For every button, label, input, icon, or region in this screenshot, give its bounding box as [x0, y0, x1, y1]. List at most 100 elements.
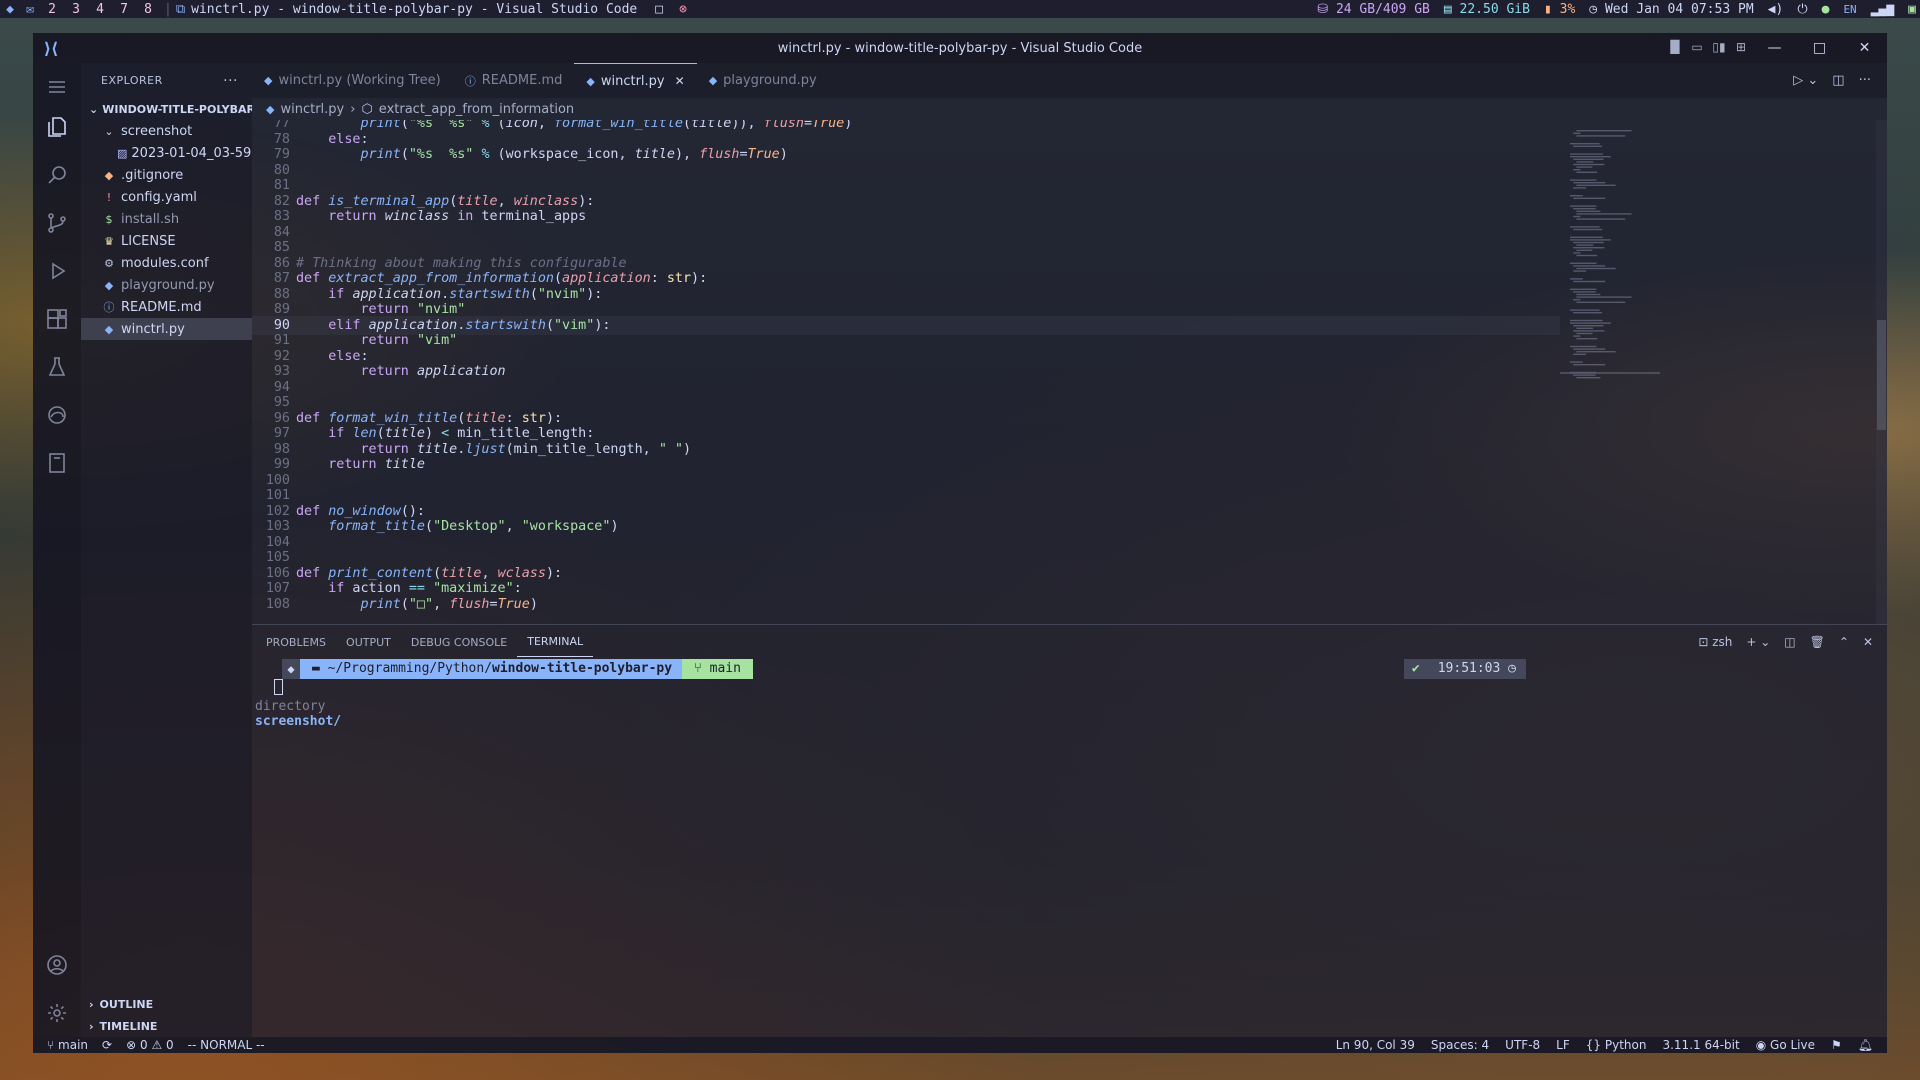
workspace-3[interactable]: 3 — [64, 2, 88, 17]
language-mode[interactable]: {} Python — [1586, 1038, 1647, 1052]
tree-item-label: .gitignore — [121, 167, 184, 183]
broadcast-icon: ◉ — [1755, 1038, 1767, 1052]
arch-icon[interactable]: ◆ — [0, 2, 20, 17]
tab-terminal[interactable]: TERMINAL — [517, 627, 594, 657]
close-button[interactable]: ✕ — [1842, 40, 1887, 56]
scrollbar-thumb[interactable] — [1877, 320, 1886, 430]
maximize-button[interactable]: □ — [1797, 40, 1842, 56]
close-panel-icon[interactable]: ✕ — [1863, 635, 1873, 649]
minimap-line — [1573, 158, 1604, 160]
cursor-position[interactable]: Ln 90, Col 39 — [1336, 1038, 1415, 1052]
run-debug-icon[interactable] — [33, 247, 81, 295]
minimap-line — [1573, 228, 1602, 231]
notifications-icon[interactable]: 🔔︎ — [1858, 1038, 1873, 1052]
workspace-8[interactable]: 8 — [136, 2, 160, 17]
tab-label: README.md — [481, 73, 563, 88]
tree-item-readme[interactable]: ⓘ README.md — [81, 296, 252, 318]
new-terminal-icon[interactable]: + ⌄ — [1746, 635, 1770, 649]
timeline-section[interactable]: › TIMELINE — [81, 1015, 252, 1037]
editor-tabs: ◆ winctrl.py (Working Tree) ⓘ README.md … — [252, 63, 1887, 98]
maximize-panel-icon[interactable]: ⌃ — [1839, 635, 1849, 649]
user-icon[interactable]: ● — [1822, 2, 1830, 17]
signal-icon: ▂▄▆ — [1870, 1, 1895, 17]
run-icon[interactable]: ▷ ⌄ — [1793, 73, 1818, 88]
code-editor[interactable]: 77 print("%s %s" % (icon, format_win_tit… — [252, 120, 1560, 624]
terminal[interactable]: ◆ ▬ ~/Programming/Python/window-title-po… — [252, 659, 1887, 1037]
workspace-2[interactable]: 2 — [40, 2, 64, 17]
feedback-icon[interactable]: ⚑ — [1831, 1038, 1842, 1052]
more-icon[interactable]: ··· — [1859, 73, 1871, 88]
breadcrumb-symbol[interactable]: extract_app_from_information — [379, 102, 574, 117]
keyboard-layout[interactable]: EN — [1843, 3, 1856, 16]
close-icon[interactable]: ⊗ — [663, 2, 687, 17]
yaml-icon: ! — [106, 190, 112, 204]
tab-winctrl[interactable]: ◆ winctrl.py ✕ — [574, 63, 697, 98]
terminal-shell[interactable]: ⊡ zsh — [1698, 635, 1732, 649]
code-line[interactable]: 108 print("□", flush=True) — [252, 595, 1560, 614]
kill-terminal-icon[interactable]: 🗑 — [1810, 635, 1825, 649]
tray-icon[interactable]: ▣ — [1908, 2, 1916, 17]
extensions-icon[interactable] — [33, 295, 81, 343]
clock-module[interactable]: ◷ Wed Jan 04 07:53 PM — [1589, 2, 1753, 17]
tab-output[interactable]: OUTPUT — [336, 625, 401, 659]
workspace-folder[interactable]: ⌄ WINDOW-TITLE-POLYBAR... — [81, 98, 252, 120]
workspace-7[interactable]: 7 — [112, 2, 136, 17]
editor-actions: ▷ ⌄ ◫ ··· — [1793, 63, 1887, 98]
more-actions-icon[interactable]: ··· — [223, 73, 238, 89]
tree-item-license[interactable]: ♛ LICENSE — [81, 230, 252, 252]
tree-item-config-yaml[interactable]: ! config.yaml — [81, 186, 252, 208]
workspace-4[interactable]: 4 — [88, 2, 112, 17]
breadcrumb-file[interactable]: winctrl.py — [280, 102, 344, 117]
edge-icon[interactable] — [33, 391, 81, 439]
python-interpreter[interactable]: 3.11.1 64-bit — [1662, 1038, 1739, 1052]
split-editor-icon[interactable]: ◫ — [1832, 73, 1844, 88]
tree-item-modules-conf[interactable]: ⚙ modules.conf — [81, 252, 252, 274]
tree-item-install-sh[interactable]: $ install.sh — [81, 208, 252, 230]
minimap[interactable] — [1560, 120, 1660, 624]
explorer-icon[interactable] — [33, 103, 81, 151]
tree-item-screenshot-image[interactable]: ▨ 2023-01-04_03-59.... — [81, 142, 252, 164]
toggle-secondary-sidebar-icon[interactable]: ▯▮ — [1708, 40, 1730, 56]
tree-item-winctrl-py[interactable]: ◆ winctrl.py — [81, 318, 252, 340]
branch-icon: ⑂ — [47, 1038, 55, 1052]
toggle-sidebar-icon[interactable]: ▐▌ — [1664, 40, 1686, 56]
problems-status[interactable]: ⊗ 0 ⚠ 0 — [126, 1038, 174, 1052]
sync-icon[interactable]: ⟳ — [102, 1038, 112, 1052]
tree-item-gitignore[interactable]: ◆ .gitignore — [81, 164, 252, 186]
customize-layout-icon[interactable]: ⊞ — [1730, 40, 1752, 56]
python-icon: ◆ — [104, 322, 114, 336]
minimap-line — [1573, 215, 1581, 218]
tree-item-screenshot[interactable]: ⌄ screenshot — [81, 120, 252, 142]
tab-debug-console[interactable]: DEBUG CONSOLE — [401, 625, 517, 659]
minimize-button[interactable]: — — [1752, 40, 1797, 56]
go-live-button[interactable]: ◉ Go Live — [1756, 1038, 1815, 1052]
testing-icon[interactable] — [33, 343, 81, 391]
search-icon[interactable] — [33, 151, 81, 199]
vertical-scrollbar[interactable] — [1876, 120, 1887, 624]
indentation[interactable]: Spaces: 4 — [1431, 1038, 1489, 1052]
power-icon[interactable]: ⏻ — [1797, 2, 1807, 17]
tree-item-label: 2023-01-04_03-59.... — [131, 145, 252, 161]
source-control-icon[interactable] — [33, 199, 81, 247]
maximize-icon[interactable]: □ — [637, 2, 663, 17]
clock-icon: ◷ — [1508, 661, 1516, 676]
toggle-panel-icon[interactable]: ▭ — [1686, 40, 1708, 56]
tab-playground[interactable]: ◆ playground.py — [697, 63, 829, 98]
tree-item-playground-py[interactable]: ◆ playground.py — [81, 274, 252, 296]
outline-section[interactable]: › OUTLINE — [81, 993, 252, 1015]
volume-icon[interactable]: ◀) — [1768, 2, 1784, 17]
panel-actions: ⊡ zsh + ⌄ ◫ 🗑 ⌃ ✕ — [1698, 635, 1887, 649]
encoding[interactable]: UTF-8 — [1505, 1038, 1540, 1052]
split-terminal-icon[interactable]: ◫ — [1784, 635, 1795, 649]
remote-explorer-icon[interactable] — [33, 439, 81, 487]
account-icon[interactable] — [33, 941, 81, 989]
settings-gear-icon[interactable] — [33, 989, 81, 1037]
panel-tabs: PROBLEMS OUTPUT DEBUG CONSOLE TERMINAL ⊡… — [252, 625, 1887, 659]
tab-winctrl-working-tree[interactable]: ◆ winctrl.py (Working Tree) — [252, 63, 453, 98]
tab-readme[interactable]: ⓘ README.md — [453, 63, 575, 98]
end-of-line[interactable]: LF — [1556, 1038, 1570, 1052]
git-branch-status[interactable]: ⑂ main — [47, 1038, 88, 1052]
close-tab-icon[interactable]: ✕ — [675, 74, 685, 88]
tab-problems[interactable]: PROBLEMS — [256, 625, 336, 659]
mail-icon[interactable]: ✉ — [20, 2, 40, 17]
